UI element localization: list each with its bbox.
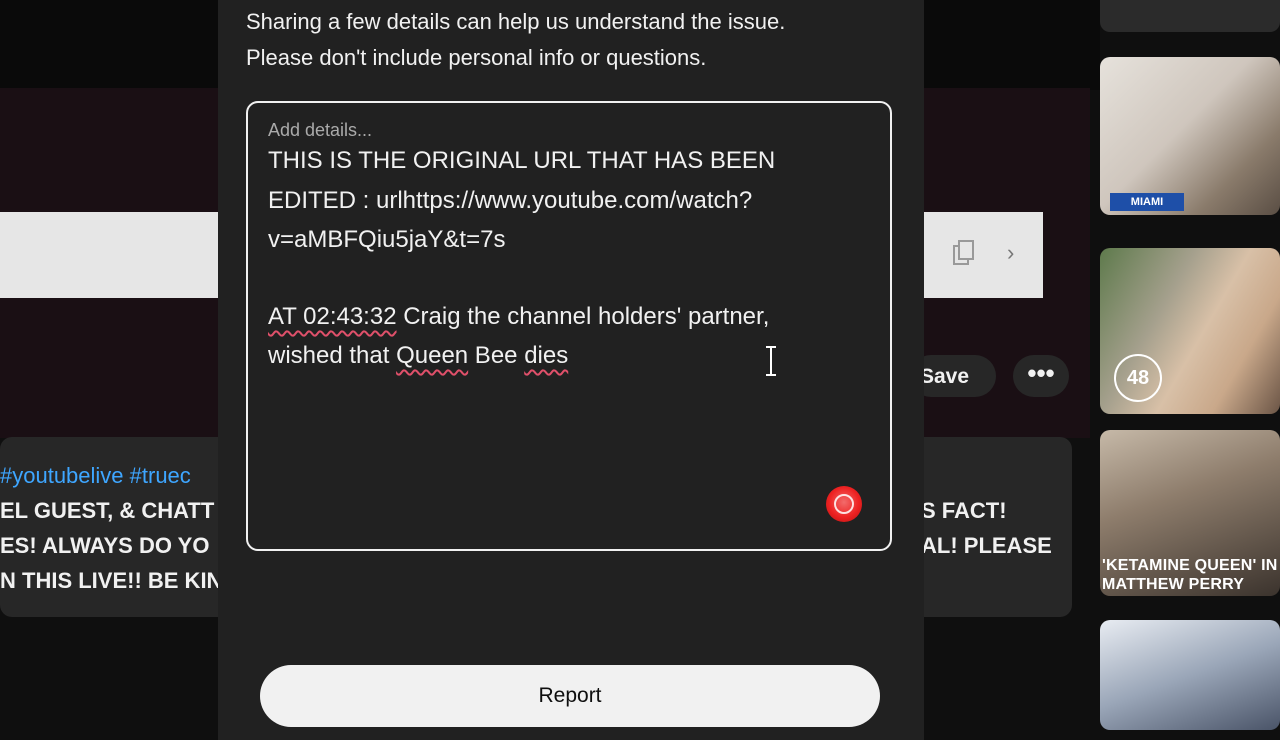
recommended-thumbnail[interactable]	[1100, 620, 1280, 730]
chevron-right-icon[interactable]: ›	[1007, 240, 1014, 266]
recommended-thumbnail[interactable]	[1100, 0, 1280, 32]
recommended-thumbnail[interactable]: 48	[1100, 248, 1280, 414]
description-line: EL GUEST, & CHATT	[0, 498, 215, 523]
line-text: wished that	[268, 342, 397, 369]
timestamp-text: AT 02:43:32	[268, 303, 397, 330]
text-cursor-icon	[766, 346, 776, 376]
copy-icon[interactable]	[953, 240, 975, 266]
record-icon[interactable]	[826, 486, 862, 522]
channel-logo: 48	[1114, 354, 1162, 402]
recommended-thumbnail[interactable]: MIAMI	[1100, 57, 1280, 215]
description-line: N THIS LIVE!! BE KIN	[0, 568, 223, 593]
textarea-line: EDITED : urlhttps://www.youtube.com/watc…	[268, 187, 753, 214]
details-textarea[interactable]: Add details... THIS IS THE ORIGINAL URL …	[246, 101, 892, 551]
textarea-line: AT 02:43:32 Craig the channel holders' p…	[268, 303, 769, 331]
thumbnail-caption: 'KETAMINE QUEEN' IN MATTHEW PERRY	[1102, 557, 1278, 593]
textarea-line: v=aMBFQiu5jaY&t=7s	[268, 226, 506, 253]
textarea-line: wished that Queen Bee dies	[268, 342, 568, 370]
line-text: Bee	[468, 342, 525, 369]
report-button[interactable]: Report	[260, 665, 880, 727]
misspelled-word: Queen	[396, 342, 469, 369]
report-hint: Sharing a few details can help us unders…	[246, 4, 785, 76]
more-actions-button[interactable]: •••	[1013, 355, 1069, 397]
report-dialog: Sharing a few details can help us unders…	[218, 0, 924, 740]
background-banner-left	[0, 212, 218, 298]
description-line: ES! ALWAYS DO YO	[0, 533, 210, 558]
background-banner-right: ›	[923, 212, 1043, 298]
description-line: S FACT!	[921, 498, 1007, 523]
description-hashtags[interactable]: #youtubelive #truec	[0, 463, 191, 489]
line-text: Craig the channel holders' partner,	[396, 303, 770, 330]
textarea-line: THIS IS THE ORIGINAL URL THAT HAS BEEN	[268, 147, 776, 174]
recommended-thumbnail[interactable]: 'KETAMINE QUEEN' IN MATTHEW PERRY	[1100, 430, 1280, 596]
report-hint-line: Sharing a few details can help us unders…	[246, 9, 786, 34]
save-button-label: Save	[920, 365, 970, 388]
channel-badge: MIAMI	[1110, 193, 1184, 211]
description-line: AL! PLEASE	[921, 533, 1052, 558]
misspelled-word: dies	[524, 342, 569, 369]
report-hint-line: Please don't include personal info or qu…	[246, 45, 707, 70]
textarea-placeholder: Add details...	[268, 120, 373, 140]
